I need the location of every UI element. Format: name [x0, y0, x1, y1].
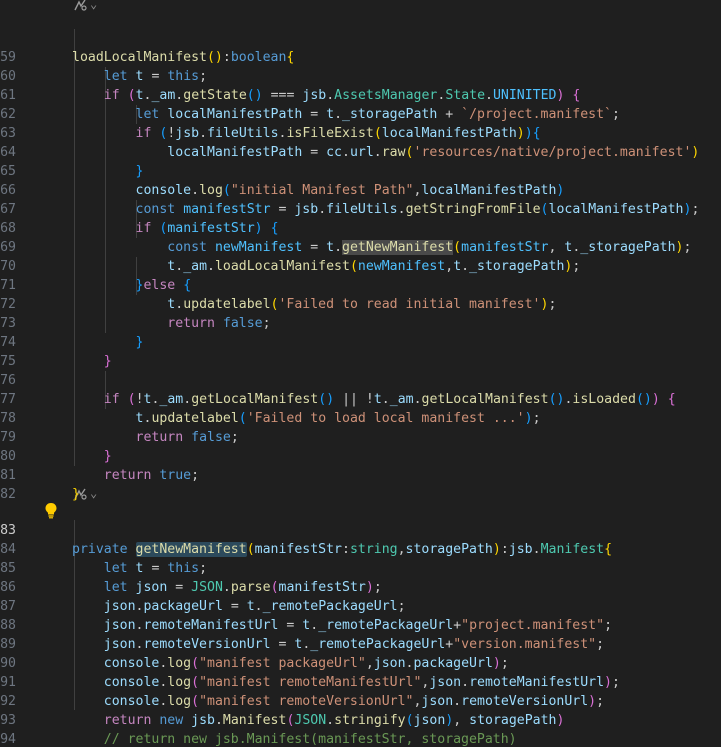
code-line[interactable]: 70 }else {	[0, 238, 721, 293]
code-line[interactable]: 62 if (!jsb.fileUtils.isFileExist(localM…	[0, 86, 721, 141]
code-line[interactable]: 89 console.log("manifest packageUrl",jso…	[0, 616, 721, 671]
code-line[interactable]: 92 return new jsb.Manifest(JSON.stringif…	[0, 673, 721, 728]
code-line[interactable]: 82	[0, 466, 721, 502]
code-line[interactable]: 72 return false;	[0, 276, 721, 331]
code-line[interactable]: 59 let t = this;	[0, 29, 721, 84]
code-line[interactable]: 65 console.log("initial Manifest Path",l…	[0, 143, 721, 198]
code-line[interactable]: 91 console.log("manifest remoteVersionUr…	[0, 654, 721, 709]
code-line[interactable]: 74 }	[0, 314, 721, 369]
code-line[interactable]: 75	[0, 333, 721, 369]
code-line[interactable]: 69 t._am.loadLocalManifest(newManifest,t…	[0, 219, 721, 274]
code-line[interactable]: 64 }	[0, 124, 721, 179]
code-line[interactable]: 67 if (manifestStr) {	[0, 181, 721, 236]
code-line[interactable]: 68 const newManifest = t.getNewManifest(…	[0, 200, 721, 255]
code-line[interactable]: 77 t.updatelabel('Failed to load local m…	[0, 371, 721, 426]
code-line[interactable]: 95	[0, 730, 721, 747]
code-line[interactable]: 87 json.remoteManifestUrl = t._remotePac…	[0, 578, 721, 633]
code-line[interactable]: 80 return true;	[0, 428, 721, 483]
code-line[interactable]: 86 json.packageUrl = t._remotePackageUrl…	[0, 559, 721, 614]
code-line[interactable]: 85 let json = JSON.parse(manifestStr);	[0, 540, 721, 595]
code-line[interactable]: loadLocalManifest():boolean{	[0, 10, 721, 65]
code-line[interactable]: 79 }	[0, 409, 721, 464]
code-editor[interactable]: ⌄ ⌄ loadLocalManifest():boolean{ 59 let …	[0, 0, 721, 747]
code-line[interactable]: 78 return false;	[0, 390, 721, 445]
code-line[interactable]: 90 console.log("manifest remoteManifestU…	[0, 635, 721, 690]
code-line[interactable]: 73 }	[0, 295, 721, 350]
code-line[interactable]: 63 localManifestPath = cc.url.raw('resou…	[0, 105, 721, 160]
code-line[interactable]: 66 const manifestStr = jsb.fileUtils.get…	[0, 162, 721, 217]
code-line[interactable]: 84 let t = this;	[0, 521, 721, 576]
code-line[interactable]: 93 // return new jsb.Manifest(manifestSt…	[0, 692, 721, 747]
code-line[interactable]: 94 }	[0, 711, 721, 747]
chevron-down-icon[interactable]: ⌄	[90, 484, 97, 503]
code-line[interactable]: 71 t.updatelabel('Failed to read initial…	[0, 257, 721, 312]
code-line[interactable]: 76 if (!t._am.getLocalManifest() || !t._…	[0, 352, 721, 407]
code-line[interactable]: 88 json.remoteVersionUrl = t._remotePack…	[0, 597, 721, 652]
code-line-active[interactable]: 83 private getNewManifest(manifestStr:st…	[0, 502, 721, 557]
code-line[interactable]: 61 let localManifestPath = t._storagePat…	[0, 67, 721, 122]
code-line[interactable]: 81 }	[0, 447, 721, 502]
code-line[interactable]: 60 if (t._am.getState() === jsb.AssetsMa…	[0, 48, 721, 103]
